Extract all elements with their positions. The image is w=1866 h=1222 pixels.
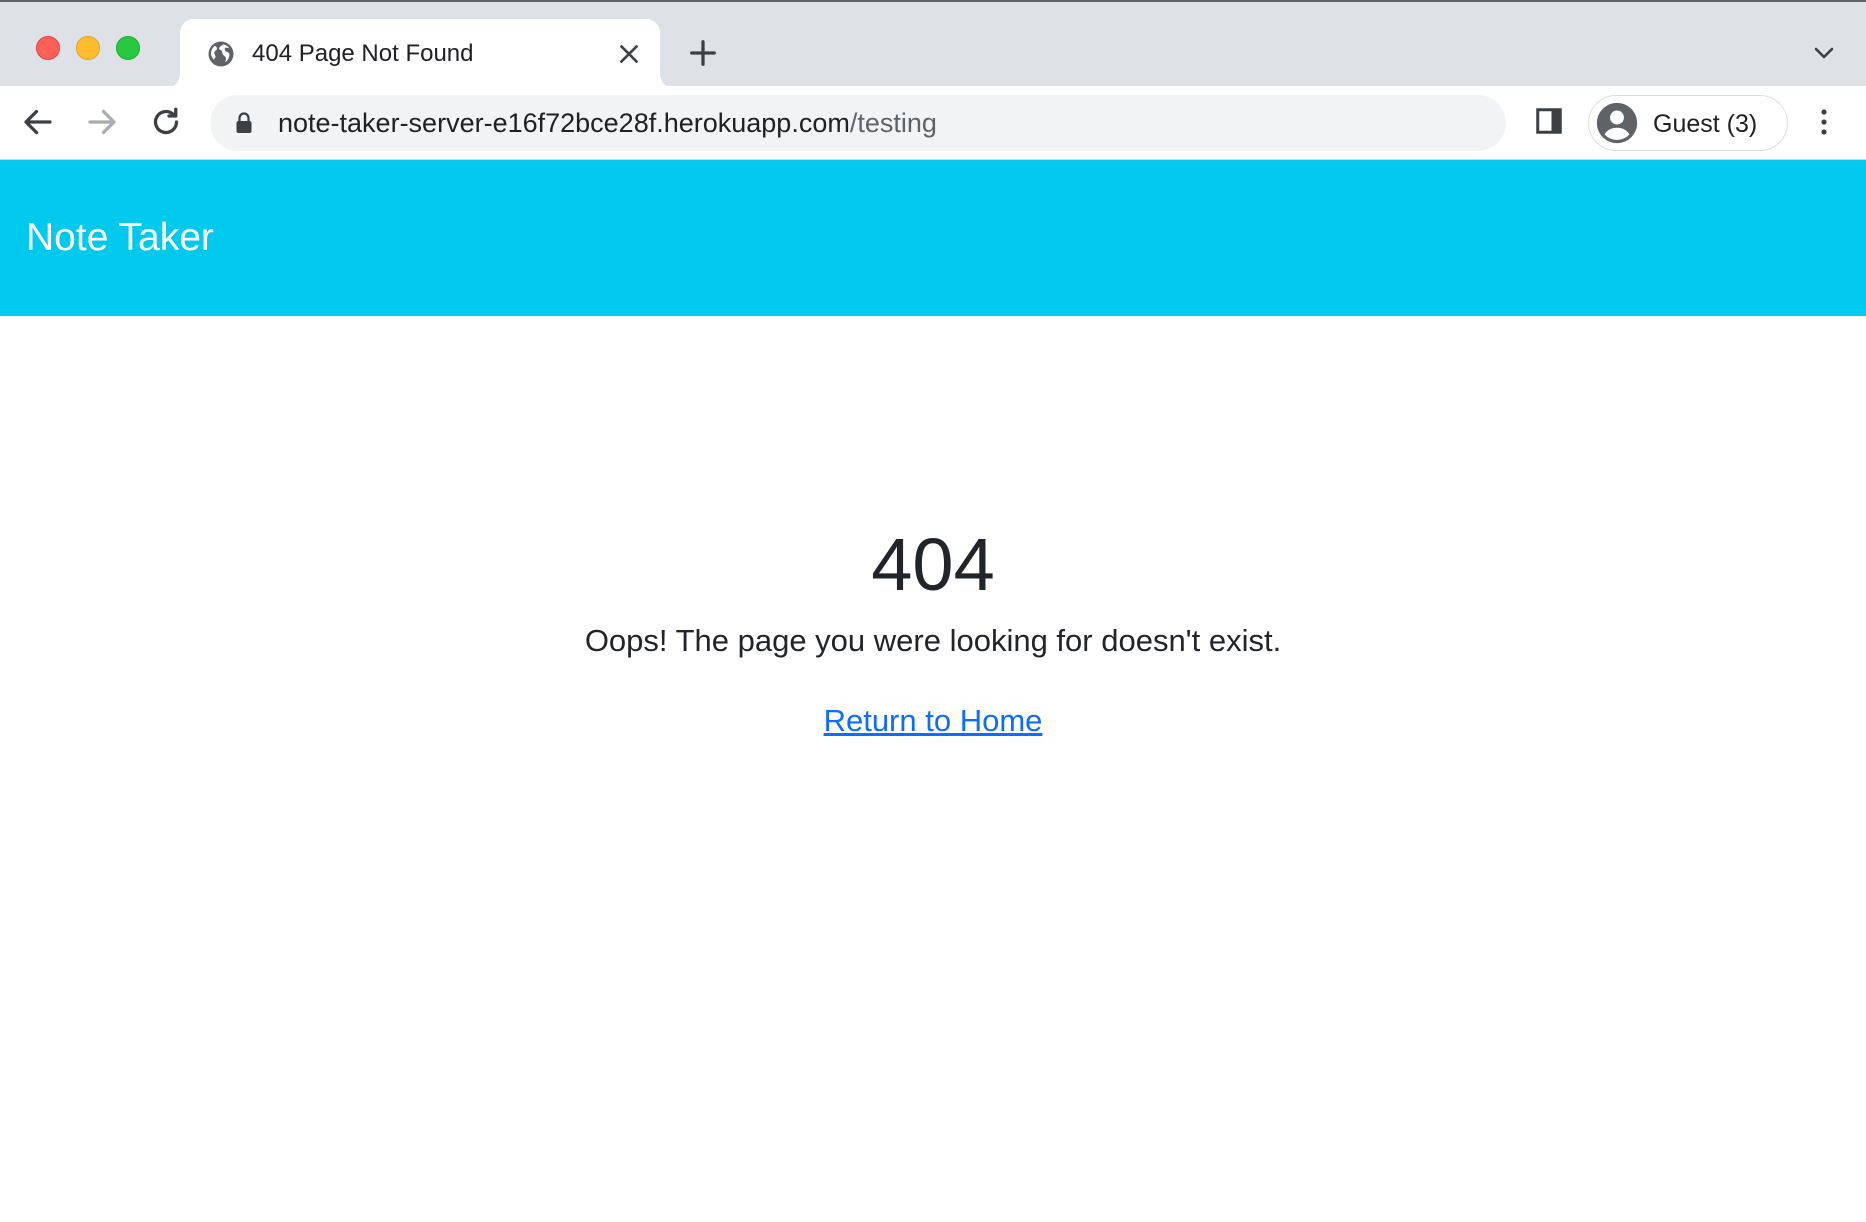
url-text[interactable]: note-taker-server-e16f72bce28f.herokuapp…: [278, 107, 937, 139]
error-container: 404 Oops! The page you were looking for …: [0, 316, 1866, 1222]
account-circle-icon: [1596, 102, 1638, 144]
new-tab-icon[interactable]: [688, 38, 718, 68]
close-tab-icon[interactable]: [616, 41, 642, 67]
back-arrow-icon[interactable]: [20, 104, 56, 140]
address-bar[interactable]: note-taker-server-e16f72bce28f.herokuapp…: [210, 95, 1506, 151]
reload-icon[interactable]: [148, 104, 184, 140]
tab-title: 404 Page Not Found: [252, 40, 474, 67]
navbar: Note Taker: [0, 160, 1866, 316]
globe-icon: [208, 41, 234, 67]
forward-arrow-icon[interactable]: [84, 104, 120, 140]
tab-strip: 404 Page Not Found: [0, 0, 1866, 88]
zoom-window-button[interactable]: [116, 36, 140, 60]
home-link-wrapper: Return to Home: [0, 702, 1866, 740]
chevron-down-icon[interactable]: [1812, 43, 1836, 63]
navbar-brand[interactable]: Note Taker: [26, 215, 214, 261]
url-path: /testing: [849, 108, 937, 138]
profile-label: Guest (3): [1653, 110, 1758, 138]
profile-button[interactable]: Guest (3): [1588, 95, 1788, 151]
close-window-button[interactable]: [36, 36, 60, 60]
error-code: 404: [871, 523, 995, 606]
lock-icon[interactable]: [234, 111, 254, 135]
minimize-window-button[interactable]: [76, 36, 100, 60]
side-panel-icon[interactable]: [1534, 106, 1564, 136]
browser-toolbar: note-taker-server-e16f72bce28f.herokuapp…: [0, 86, 1866, 160]
more-vert-icon[interactable]: [1812, 104, 1836, 140]
active-tab[interactable]: 404 Page Not Found: [180, 19, 660, 88]
return-home-link[interactable]: Return to Home: [824, 703, 1043, 738]
error-message: Oops! The page you were looking for does…: [584, 623, 1282, 658]
url-host: note-taker-server-e16f72bce28f.herokuapp…: [278, 108, 850, 138]
